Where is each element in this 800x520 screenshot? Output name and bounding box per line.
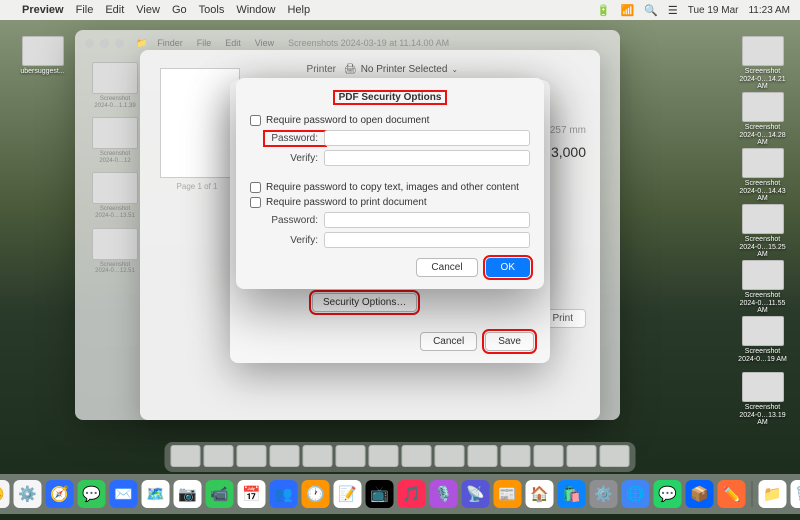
password-label: Password: — [266, 133, 324, 144]
finder-icon: 📁 — [136, 38, 147, 49]
wifi-icon: 📶 — [620, 4, 634, 17]
dock-app[interactable]: 📁 — [759, 480, 787, 508]
dock-app[interactable]: 📦 — [686, 480, 714, 508]
minimized-window[interactable] — [171, 445, 201, 467]
verify-label: Verify: — [266, 153, 324, 164]
minimized-window[interactable] — [270, 445, 300, 467]
dock-app[interactable]: 👥 — [270, 480, 298, 508]
menubar-date[interactable]: Tue 19 Mar — [688, 5, 739, 16]
dock-app[interactable]: 📰 — [494, 480, 522, 508]
app-name[interactable]: Preview — [22, 4, 64, 16]
menu-go[interactable]: Go — [172, 4, 187, 16]
copy-password-checkbox[interactable]: Require password to copy text, images an… — [250, 182, 530, 193]
perm-verify-input[interactable] — [324, 232, 530, 248]
sidebar-thumb[interactable]: Screenshot2024-0…12.51 — [81, 228, 149, 275]
dock-app[interactable]: ✉️ — [110, 480, 138, 508]
dock-app[interactable]: 💬 — [654, 480, 682, 508]
desktop-screenshot[interactable]: Screenshot2024-0…14.43 AM — [735, 148, 790, 203]
save-button[interactable]: Save — [485, 332, 534, 351]
print-number: 3,000 — [551, 144, 586, 160]
save-cancel-button[interactable]: Cancel — [420, 332, 477, 351]
dock-app[interactable]: 🎙️ — [430, 480, 458, 508]
minimized-window[interactable] — [468, 445, 498, 467]
window-title: Screenshots 2024-03-19 at 11.14.00 AM — [288, 38, 449, 48]
dock-app[interactable]: 🕐 — [302, 480, 330, 508]
printer-label: Printer — [254, 64, 344, 75]
sidebar-thumb[interactable]: Screenshot2024-0…13.51 — [81, 172, 149, 219]
minimized-window[interactable] — [303, 445, 333, 467]
menu-file[interactable]: File — [76, 4, 94, 16]
dock-app[interactable]: ⚙️ — [590, 480, 618, 508]
print-preview — [160, 68, 240, 178]
dock-app[interactable]: 😀 — [0, 480, 10, 508]
battery-icon: 🔋 — [597, 4, 611, 17]
dock-app[interactable]: 🧭 — [46, 480, 74, 508]
minimized-window[interactable] — [336, 445, 366, 467]
desktop-screenshot[interactable]: Screenshot2024-0…13.19 AM — [735, 372, 790, 427]
print-icon: 🖨 — [344, 64, 357, 75]
menu-tools[interactable]: Tools — [199, 4, 225, 16]
minimized-window[interactable] — [435, 445, 465, 467]
sidebar-thumb[interactable]: Screenshot2024-0…12 — [81, 117, 149, 164]
open-password-checkbox[interactable]: Require password to open document — [250, 115, 530, 126]
desktop-file[interactable]: ubersuggest... — [15, 36, 70, 76]
dock-app[interactable]: 💬 — [78, 480, 106, 508]
open-verify-input[interactable] — [324, 150, 530, 166]
dock-app[interactable]: ✏️ — [718, 480, 746, 508]
desktop-screenshot[interactable]: Screenshot2024-0…14.21 AM — [735, 36, 790, 91]
dialog-title: PDF Security Options — [333, 90, 448, 105]
minimized-window[interactable] — [369, 445, 399, 467]
minimized-window[interactable] — [237, 445, 267, 467]
perm-password-input[interactable] — [324, 212, 530, 228]
menubar: Preview File Edit View Go Tools Window H… — [0, 0, 800, 20]
dock-app[interactable]: 🛍️ — [558, 480, 586, 508]
dock-app[interactable]: 📡 — [462, 480, 490, 508]
minimized-window[interactable] — [567, 445, 597, 467]
dock-app[interactable]: 🗺️ — [142, 480, 170, 508]
menu-window[interactable]: Window — [236, 4, 275, 16]
dock-app[interactable]: 📹 — [206, 480, 234, 508]
desktop-screenshot[interactable]: Screenshot2024-0…19 AM — [735, 316, 790, 363]
menu-help[interactable]: Help — [287, 4, 310, 16]
menu-view[interactable]: View — [136, 4, 160, 16]
dock-app[interactable]: 🗑️ — [791, 480, 800, 508]
minimized-window[interactable] — [600, 445, 630, 467]
perm-verify-label: Verify: — [266, 235, 324, 246]
security-options-button[interactable]: Security Options… — [312, 293, 417, 312]
security-ok-button[interactable]: OK — [486, 258, 530, 277]
printer-value[interactable]: No Printer Selected — [361, 64, 448, 75]
pdf-security-dialog: PDF Security Options Require password to… — [236, 78, 544, 289]
dock-app[interactable]: 📷 — [174, 480, 202, 508]
dock-app[interactable]: 📝 — [334, 480, 362, 508]
menubar-time[interactable]: 11:23 AM — [748, 5, 790, 16]
minimized-windows — [165, 442, 636, 472]
open-password-input[interactable] — [324, 130, 530, 146]
dock: 😀⚙️🧭💬✉️🗺️📷📹📅👥🕐📝📺🎵🎙️📡📰🏠🛍️⚙️🌐💬📦✏️📁🗑️ — [0, 474, 800, 514]
menu-edit[interactable]: Edit — [105, 4, 124, 16]
dock-app[interactable]: 📺 — [366, 480, 394, 508]
desktop-screenshot[interactable]: Screenshot2024-0…14.28 AM — [735, 92, 790, 147]
search-icon[interactable]: 🔍 — [644, 4, 658, 17]
minimized-window[interactable] — [204, 445, 234, 467]
minimized-window[interactable] — [402, 445, 432, 467]
control-center-icon[interactable]: ☰ — [668, 4, 678, 17]
dock-app[interactable]: ⚙️ — [14, 480, 42, 508]
sidebar-thumb[interactable]: Screenshot2024-0…1.1.39 — [81, 62, 149, 109]
dock-app[interactable]: 🎵 — [398, 480, 426, 508]
dock-app[interactable]: 📅 — [238, 480, 266, 508]
perm-password-label: Password: — [266, 215, 324, 226]
dock-app[interactable]: 🏠 — [526, 480, 554, 508]
print-password-checkbox[interactable]: Require password to print document — [250, 197, 530, 208]
minimized-window[interactable] — [534, 445, 564, 467]
minimized-window[interactable] — [501, 445, 531, 467]
menubar-right: 🔋 📶 🔍 ☰ Tue 19 Mar 11:23 AM — [597, 4, 790, 17]
desktop-screenshot[interactable]: Screenshot2024-0…15.25 AM — [735, 204, 790, 259]
security-cancel-button[interactable]: Cancel — [416, 258, 477, 277]
dock-app[interactable]: 🌐 — [622, 480, 650, 508]
desktop-screenshot[interactable]: Screenshot2024-0…11.55 AM — [735, 260, 790, 315]
